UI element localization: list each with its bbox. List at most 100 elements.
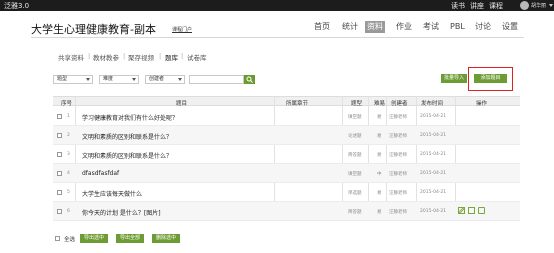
row-title[interactable]: dfasdfasfdaf [82, 170, 119, 177]
subnav-separator: | [159, 52, 162, 60]
col-index: 序号 [61, 101, 73, 107]
search-icon [246, 76, 253, 83]
col-type: 题型 [351, 101, 363, 107]
nav-exam[interactable]: 考试 [421, 21, 441, 33]
row-creator: 汪静老师 [389, 153, 407, 158]
subnav-paper-bank[interactable]: 试卷库 [187, 52, 207, 62]
subnav-separator: | [123, 52, 126, 60]
row-title[interactable]: 文明和素质的区别和联系是什么？ [82, 151, 172, 160]
row-creator: 汪静老师 [389, 134, 407, 139]
header-divider [31, 37, 524, 38]
creator-select-value: 创建者 [149, 76, 165, 82]
row-index: 5 [67, 190, 70, 195]
col-actions: 操作 [476, 101, 488, 107]
trash-icon[interactable] [478, 207, 485, 214]
col-difficulty: 难易 [374, 101, 386, 107]
table-row[interactable]: 6 你今天的计划 是什么？[图片] 简答题 易 汪静老师 2015-04-21 [53, 202, 520, 221]
row-date: 2015-04-21 [420, 114, 447, 119]
topnav-item-read[interactable]: 读书 [451, 1, 465, 11]
edit-icon[interactable] [458, 207, 465, 214]
row-title[interactable]: 你今天的计划 是什么？[图片] [82, 208, 161, 217]
topnav-item-course[interactable]: 课程 [489, 1, 503, 11]
subnav-separator: | [181, 52, 184, 60]
chevron-down-icon [132, 78, 136, 81]
row-date: 2015-04-21 [420, 190, 447, 195]
select-all-label: 全选 [64, 237, 76, 243]
nav-stats[interactable]: 统计 [340, 21, 360, 33]
row-date: 2015-04-21 [420, 171, 447, 176]
select-all-checkbox[interactable] [55, 236, 60, 241]
row-checkbox[interactable] [57, 209, 62, 214]
user-name[interactable]: 胡华丽 [531, 2, 546, 9]
pencil-icon [458, 207, 465, 214]
row-difficulty: 中 [377, 172, 382, 177]
row-type: 论述题 [348, 134, 362, 139]
row-checkbox[interactable] [57, 190, 62, 195]
chevron-down-icon [178, 78, 182, 81]
creator-select[interactable]: 创建者 [145, 75, 185, 84]
brand-logo[interactable]: 泛雅3.0 [4, 1, 29, 11]
row-index: 1 [67, 114, 70, 119]
type-select[interactable]: 题型 [53, 75, 93, 84]
table-row[interactable]: 2 文明和素质的区别和联系是什么？ 论述题 易 汪静老师 2015-04-21 [53, 126, 520, 145]
subnav-videos[interactable]: 聚存视频 [128, 52, 154, 62]
row-date: 2015-04-21 [420, 209, 447, 214]
row-title[interactable]: 大学生应该每天做什么 [82, 189, 142, 198]
copy-icon[interactable] [468, 207, 475, 214]
nav-materials[interactable]: 资料 [365, 21, 385, 33]
nav-settings[interactable]: 设置 [500, 21, 520, 33]
row-type: 填空题 [348, 172, 362, 177]
table-row[interactable]: 1 学习健康教育对我们有什么好处呢？ 填空题 易 汪静老师 2015-04-21 [53, 107, 520, 126]
subnav-question-bank[interactable]: 题库 [165, 52, 178, 62]
row-difficulty: 易 [377, 191, 382, 196]
row-checkbox[interactable] [57, 152, 62, 157]
row-title[interactable]: 学习健康教育对我们有什么好处呢？ [82, 113, 178, 122]
row-checkbox[interactable] [57, 133, 62, 138]
nav-pbl[interactable]: PBL [448, 21, 467, 33]
row-title[interactable]: 文明和素质的区别和联系是什么？ [82, 132, 172, 141]
course-title: 大学生心理健康教育-副本 [31, 23, 156, 36]
search-input[interactable] [189, 75, 244, 84]
col-date: 发布时间 [421, 101, 444, 107]
table-row[interactable]: 5 大学生应该每天做什么 单选题 易 汪静老师 2015-04-21 [53, 183, 520, 202]
topnav-item-lecture[interactable]: 讲座 [470, 1, 484, 11]
chevron-down-icon[interactable] [549, 4, 553, 7]
export-all-button[interactable]: 导出全部 [116, 234, 144, 243]
row-type: 简答题 [348, 210, 362, 215]
search-button[interactable] [244, 75, 255, 84]
table-row[interactable]: 4 dfasdfasfdaf 填空题 中 汪静老师 2015-04-21 [53, 164, 520, 183]
row-type: 填空题 [348, 115, 362, 120]
export-selected-button[interactable]: 导出选中 [80, 234, 108, 243]
row-creator: 汪静老师 [389, 191, 407, 196]
row-checkbox[interactable] [57, 171, 62, 176]
course-portal-link[interactable]: 课程门户 [172, 26, 192, 33]
row-date: 2015-04-21 [420, 133, 447, 138]
chevron-down-icon [86, 78, 90, 81]
table-row[interactable]: 3 文明和素质的区别和联系是什么？ 简答题 易 汪静老师 2015-04-21 [53, 145, 520, 164]
nav-homework[interactable]: 作业 [394, 21, 414, 33]
row-index: 6 [67, 209, 70, 214]
user-avatar[interactable] [520, 1, 529, 10]
subnav-shared-materials[interactable]: 共享资料 [58, 52, 84, 62]
nav-home[interactable]: 首页 [312, 21, 332, 33]
difficulty-select[interactable]: 难度 [99, 75, 139, 84]
delete-selected-button[interactable]: 删除选中 [152, 234, 180, 243]
row-creator: 汪静老师 [389, 210, 407, 215]
batch-import-button[interactable]: 批量导入 [441, 74, 467, 83]
col-chapter: 所属章节 [286, 101, 309, 107]
difficulty-select-value: 难度 [103, 76, 114, 82]
row-difficulty: 易 [377, 115, 382, 120]
subnav-textbooks[interactable]: 教材教参 [93, 52, 119, 62]
subnav-separator: | [88, 52, 91, 60]
row-index: 2 [67, 133, 70, 138]
row-creator: 汪静老师 [389, 172, 407, 177]
table-header: 序号 题目 所属章节 题型 难易 创建者 发布时间 操作 [53, 96, 520, 107]
row-type: 单选题 [348, 191, 362, 196]
row-difficulty: 易 [377, 153, 382, 158]
row-checkbox[interactable] [57, 114, 62, 119]
row-date: 2015-04-21 [420, 152, 447, 157]
top-bar: 泛雅3.0 读书 讲座 课程 胡华丽 [0, 0, 554, 11]
type-select-value: 题型 [57, 76, 68, 82]
nav-discussion[interactable]: 讨论 [473, 21, 493, 33]
col-title: 题目 [176, 101, 188, 107]
